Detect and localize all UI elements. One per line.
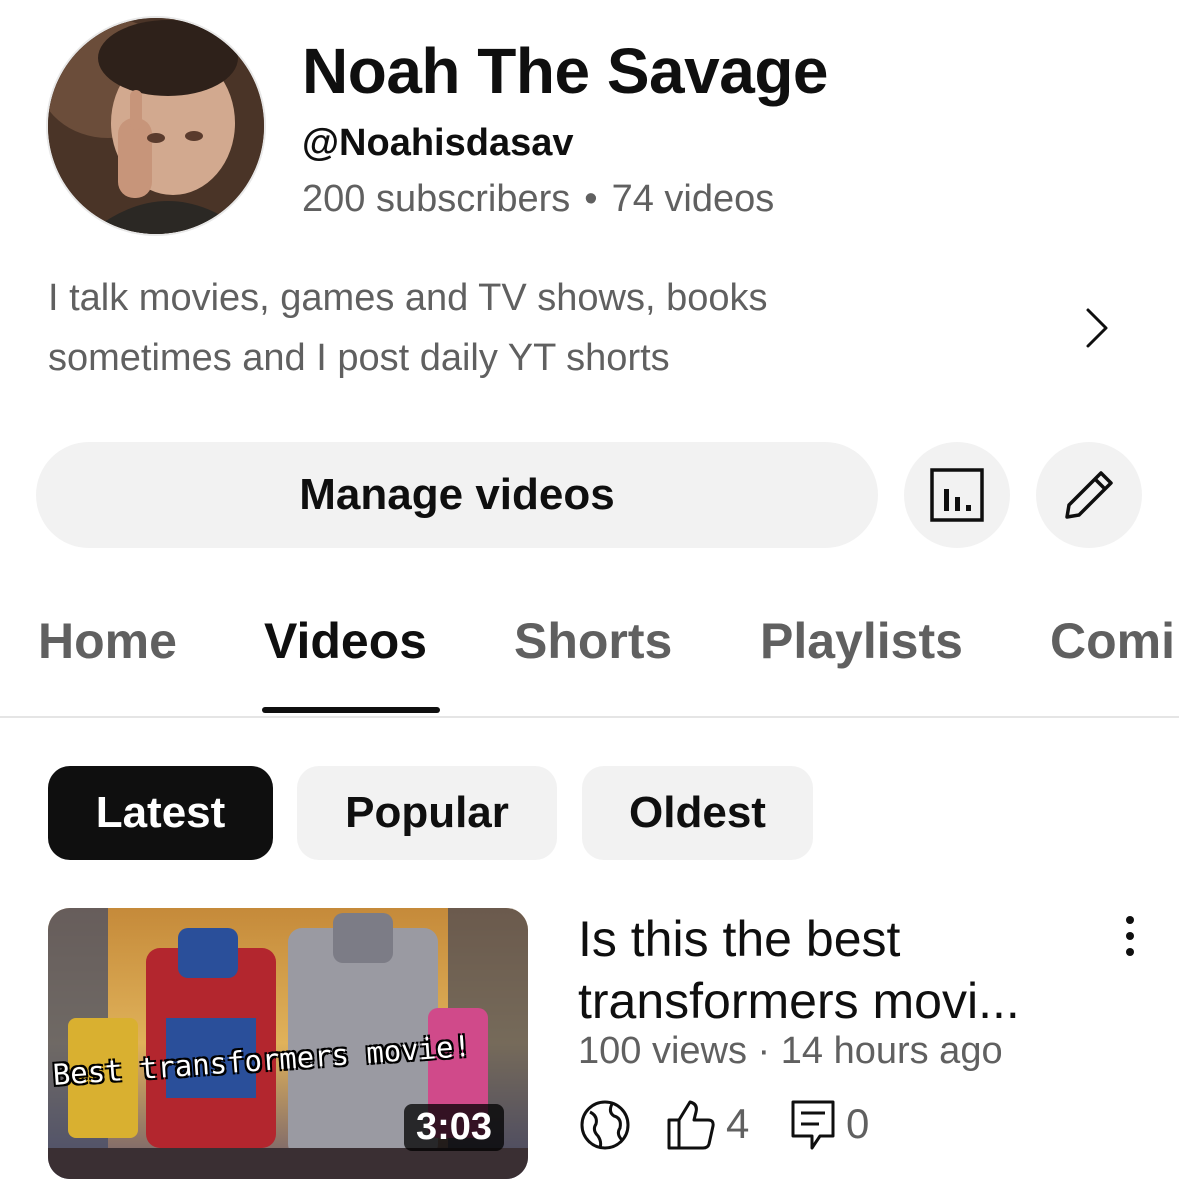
active-tab-indicator	[262, 707, 440, 713]
comment-icon	[791, 1100, 835, 1150]
avatar-photo	[48, 18, 264, 234]
filter-latest[interactable]: Latest	[48, 766, 273, 860]
tab-playlists[interactable]: Playlists	[760, 612, 963, 670]
description-line-2: sometimes and I post daily YT shorts	[48, 337, 670, 379]
channel-stats: 200 subscribers • 74 videos	[302, 178, 774, 221]
comment-count: 0	[846, 1100, 870, 1147]
channel-description[interactable]: I talk movies, games and TV shows, books…	[48, 268, 948, 388]
tab-community[interactable]: Comi	[1050, 612, 1175, 670]
video-stats: 4 0	[578, 1096, 1098, 1156]
channel-handle: @Noahisdasav	[302, 122, 574, 164]
video-count: 74 videos	[611, 178, 775, 220]
like-count: 4	[726, 1100, 750, 1147]
bar-chart-icon	[930, 468, 984, 522]
video-thumbnail[interactable]: Best transformers movie! 3:03	[48, 908, 528, 1179]
filter-popular[interactable]: Popular	[297, 766, 557, 860]
subscriber-count: 200 subscribers	[302, 178, 571, 220]
manage-videos-button[interactable]: Manage videos	[36, 442, 878, 548]
video-title[interactable]: Is this the best transformers movi...	[578, 908, 1098, 1032]
chevron-right-icon[interactable]	[1078, 306, 1114, 350]
pencil-icon	[1065, 471, 1113, 519]
video-duration: 3:03	[403, 1104, 504, 1151]
edit-channel-button[interactable]	[1036, 442, 1142, 548]
channel-avatar[interactable]	[48, 18, 264, 234]
globe-icon	[580, 1100, 630, 1150]
video-meta: 100 views · 14 hours ago	[578, 1030, 1003, 1072]
tab-shorts[interactable]: Shorts	[514, 612, 672, 670]
thumbs-up-icon	[667, 1100, 715, 1150]
description-line-1: I talk movies, games and TV shows, books	[48, 277, 768, 319]
stats-separator: •	[584, 178, 598, 220]
tab-videos[interactable]: Videos	[264, 612, 427, 670]
channel-name: Noah The Savage	[302, 35, 829, 107]
filter-oldest[interactable]: Oldest	[582, 766, 813, 860]
channel-tabs: Home Videos Shorts Playlists Comi	[0, 590, 1179, 718]
vertical-dots-icon[interactable]	[1110, 914, 1150, 958]
tab-home[interactable]: Home	[38, 612, 177, 670]
analytics-button[interactable]	[904, 442, 1010, 548]
